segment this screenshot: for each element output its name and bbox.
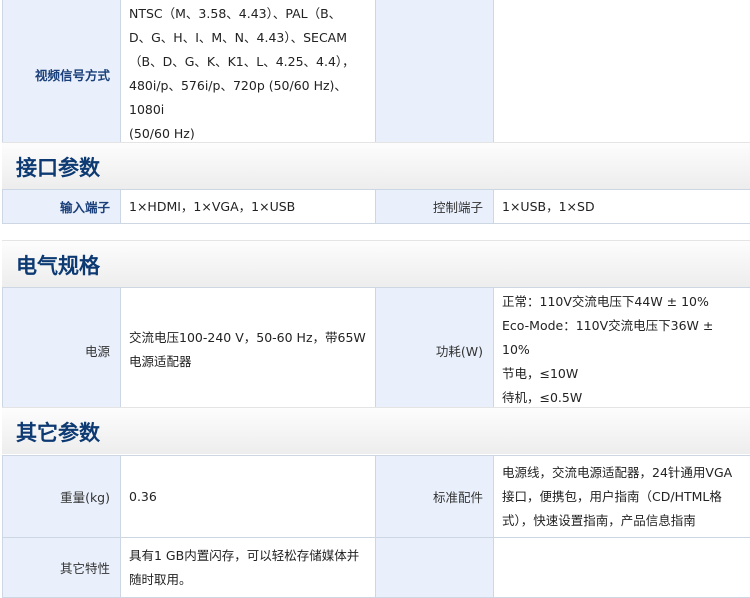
video-signal-line: 480i/p、576i/p、720p (50/60 Hz)、1080i: [129, 74, 367, 122]
consumption-line: 节电，≤10W: [502, 362, 742, 386]
power-value: 交流电压100-240 V，50-60 Hz，带65W 电源适配器: [121, 288, 376, 413]
weight-value: 0.36: [121, 456, 376, 538]
electrical-spec-table: 电源 交流电压100-240 V，50-60 Hz，带65W 电源适配器 功耗(…: [2, 287, 750, 413]
weight-label: 重量(kg): [3, 456, 121, 538]
accessories-value: 电源线，交流电源适配器，24针通用VGA 接口，便携包，用户指南（CD/HTML…: [494, 456, 750, 538]
consumption-label: 功耗(W): [376, 288, 494, 413]
accessories-line: 式），快速设置指南，产品信息指南: [502, 509, 742, 533]
video-signal-label: 视频信号方式: [3, 0, 121, 149]
control-ports-label: 控制端子: [376, 190, 494, 224]
other-section-header: 其它参数: [2, 407, 750, 454]
accessories-label: 标准配件: [376, 456, 494, 538]
control-ports-value: 1×USB，1×SD: [494, 190, 750, 224]
power-label: 电源: [3, 288, 121, 413]
electrical-section-title: 电气规格: [16, 250, 100, 280]
power-line: 电源适配器: [129, 350, 367, 374]
consumption-line: 正常：110V交流电压下44W ± 10%: [502, 290, 742, 314]
other-spec-table: 重量(kg) 0.36 标准配件 电源线，交流电源适配器，24针通用VGA 接口…: [2, 455, 750, 598]
interface-spec-table: 输入端子 1×HDMI，1×VGA，1×USB 控制端子 1×USB，1×SD: [2, 189, 750, 224]
features-line: 随时取用。: [129, 568, 367, 592]
interface-section-header: 接口参数: [2, 142, 750, 189]
empty-label-cell: [376, 0, 494, 149]
input-ports-value: 1×HDMI，1×VGA，1×USB: [121, 190, 376, 224]
power-line: 交流电压100-240 V，50-60 Hz，带65W: [129, 326, 367, 350]
video-signal-line: D、G、H、I、M、N、4.43）、SECAM: [129, 26, 367, 50]
features-line: 具有1 GB内置闪存，可以轻松存储媒体并: [129, 544, 367, 568]
interface-section-title: 接口参数: [16, 152, 100, 182]
video-spec-table: 视频信号方式 NTSC（M、3.58、4.43）、PAL（B、 D、G、H、I、…: [2, 0, 750, 149]
consumption-value: 正常：110V交流电压下44W ± 10% Eco-Mode：110V交流电压下…: [494, 288, 750, 413]
accessories-line: 接口，便携包，用户指南（CD/HTML格: [502, 485, 742, 509]
input-ports-label: 输入端子: [3, 190, 121, 224]
video-signal-value: NTSC（M、3.58、4.43）、PAL（B、 D、G、H、I、M、N、4.4…: [121, 0, 376, 149]
empty-value-cell: [494, 0, 750, 149]
electrical-section-header: 电气规格: [2, 240, 750, 287]
accessories-line: 电源线，交流电源适配器，24针通用VGA: [502, 461, 742, 485]
video-signal-line: （B、D、G、K、K1、L、4.25、4.4），: [129, 50, 367, 74]
other-section-title: 其它参数: [16, 417, 100, 447]
consumption-line: Eco-Mode：110V交流电压下36W ± 10%: [502, 314, 742, 362]
spec-page: 视频信号方式 NTSC（M、3.58、4.43）、PAL（B、 D、G、H、I、…: [0, 0, 750, 589]
video-signal-line: NTSC（M、3.58、4.43）、PAL（B、: [129, 2, 367, 26]
